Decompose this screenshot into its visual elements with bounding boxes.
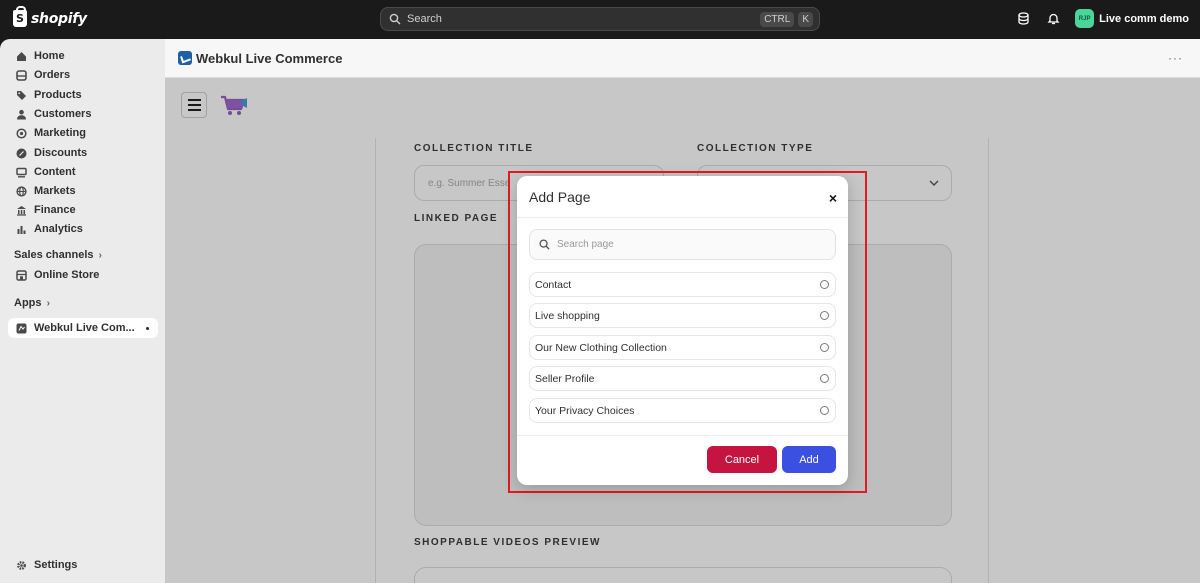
more-actions-icon[interactable]: ··· (1168, 51, 1183, 65)
sidebar-item-label: Settings (34, 559, 78, 571)
top-right-actions: RJP Live comm demo (1015, 9, 1189, 28)
modal-title: Add Page (529, 189, 591, 205)
sidebar-item-settings[interactable]: Settings (8, 555, 158, 575)
add-page-modal: Add Page × Contact Live shopping Our New… (517, 176, 848, 485)
sidebar-item-label: Online Store (34, 269, 100, 281)
store-avatar: RJP (1075, 9, 1095, 28)
sidebar-item-orders[interactable]: Orders (8, 65, 158, 85)
sidebar-item-label: Content (34, 166, 76, 178)
shortcut-key-ctrl: CTRL (760, 11, 795, 27)
webkul-app-icon (178, 51, 192, 65)
close-icon[interactable]: × (829, 191, 837, 205)
apps-label: Apps (14, 297, 42, 309)
content-icon (15, 166, 27, 178)
page-option-privacy-choices[interactable]: Your Privacy Choices (529, 398, 836, 423)
sidebar-item-marketing[interactable]: Marketing (8, 123, 158, 143)
shopify-logo[interactable]: shopify (13, 6, 87, 27)
person-icon (15, 108, 27, 120)
sidebar-item-label: Discounts (34, 147, 88, 159)
page-option-label: Your Privacy Choices (535, 404, 635, 417)
shopify-bag-icon (13, 6, 27, 27)
sidebar-item-products[interactable]: Products (8, 85, 158, 105)
sidebar-item-finance[interactable]: Finance (8, 200, 158, 220)
chart-icon (15, 223, 27, 235)
sidebar-item-analytics[interactable]: Analytics (8, 219, 158, 239)
modal-header-divider (517, 217, 848, 218)
sidebar-item-label: Analytics (34, 223, 83, 235)
page-option-clothing-collection[interactable]: Our New Clothing Collection (529, 335, 836, 360)
sales-channels-label: Sales channels (14, 249, 94, 261)
sidebar-item-label: Webkul Live Com... (34, 322, 135, 334)
chevron-right-icon: › (98, 250, 102, 261)
sidebar-item-customers[interactable]: Customers (8, 104, 158, 124)
globe-icon (15, 185, 27, 197)
store-name: Live comm demo (1099, 12, 1189, 25)
bell-icon[interactable] (1045, 11, 1061, 27)
sales-channels-heading[interactable]: Sales channels › (14, 249, 102, 261)
page-option-seller-profile[interactable]: Seller Profile (529, 366, 836, 391)
global-search-bar[interactable]: Search CTRL K (380, 7, 820, 31)
pin-dot-icon (146, 327, 149, 330)
top-bar: shopify Search CTRL K RJP Live comm demo (0, 0, 1200, 39)
home-icon (15, 50, 27, 62)
page-option-contact[interactable]: Contact (529, 272, 836, 297)
sidebar-item-home[interactable]: Home (8, 46, 158, 66)
store-switcher[interactable]: RJP Live comm demo (1075, 9, 1189, 28)
add-button[interactable]: Add (782, 446, 836, 473)
app-icon (15, 322, 27, 334)
tag-icon (15, 89, 27, 101)
target-icon (15, 127, 27, 139)
radio-button[interactable] (820, 406, 829, 415)
sidebar-item-markets[interactable]: Markets (8, 181, 158, 201)
sidebar-item-webkul-live-commerce[interactable]: Webkul Live Com... (8, 318, 158, 338)
app-header: Webkul Live Commerce ··· (165, 39, 1200, 78)
radio-button[interactable] (820, 374, 829, 383)
radio-button[interactable] (820, 280, 829, 289)
sidebar-item-online-store[interactable]: Online Store (8, 265, 158, 285)
page-search-input[interactable] (557, 239, 817, 250)
apps-heading[interactable]: Apps › (14, 297, 50, 309)
sidebar-item-label: Orders (34, 69, 71, 81)
page-option-live-shopping[interactable]: Live shopping (529, 303, 836, 328)
sidebar-item-label: Products (34, 89, 82, 101)
sidebar-item-label: Finance (34, 204, 76, 216)
sidebar-item-label: Home (34, 50, 65, 62)
sidebar-item-label: Marketing (34, 127, 86, 139)
sidebar-item-label: Customers (34, 108, 92, 120)
radio-button[interactable] (820, 343, 829, 352)
app-title: Webkul Live Commerce (196, 50, 343, 66)
page-option-label: Seller Profile (535, 372, 595, 385)
shortcut-key-k: K (798, 11, 813, 27)
search-icon (539, 239, 550, 250)
page-option-label: Our New Clothing Collection (535, 341, 667, 354)
database-icon[interactable] (1015, 11, 1031, 27)
search-icon (389, 13, 401, 25)
store-icon (15, 269, 27, 281)
bank-icon (15, 204, 27, 216)
discount-icon (15, 147, 27, 159)
page-option-label: Contact (535, 278, 572, 291)
sidebar-item-content[interactable]: Content (8, 162, 158, 182)
sidebar-item-label: Markets (34, 185, 76, 197)
modal-footer-divider (517, 435, 848, 436)
gear-icon (15, 559, 27, 571)
page-search-field[interactable] (529, 229, 836, 260)
page-option-label: Live shopping (535, 309, 600, 322)
chevron-right-icon: › (46, 298, 50, 309)
shopify-wordmark: shopify (31, 10, 87, 27)
sidebar: Home Orders Products Customers Marketing… (0, 39, 165, 583)
orders-icon (15, 69, 27, 81)
sidebar-item-discounts[interactable]: Discounts (8, 143, 158, 163)
cancel-button[interactable]: Cancel (707, 446, 777, 473)
search-placeholder: Search (407, 13, 442, 25)
radio-button[interactable] (820, 311, 829, 320)
